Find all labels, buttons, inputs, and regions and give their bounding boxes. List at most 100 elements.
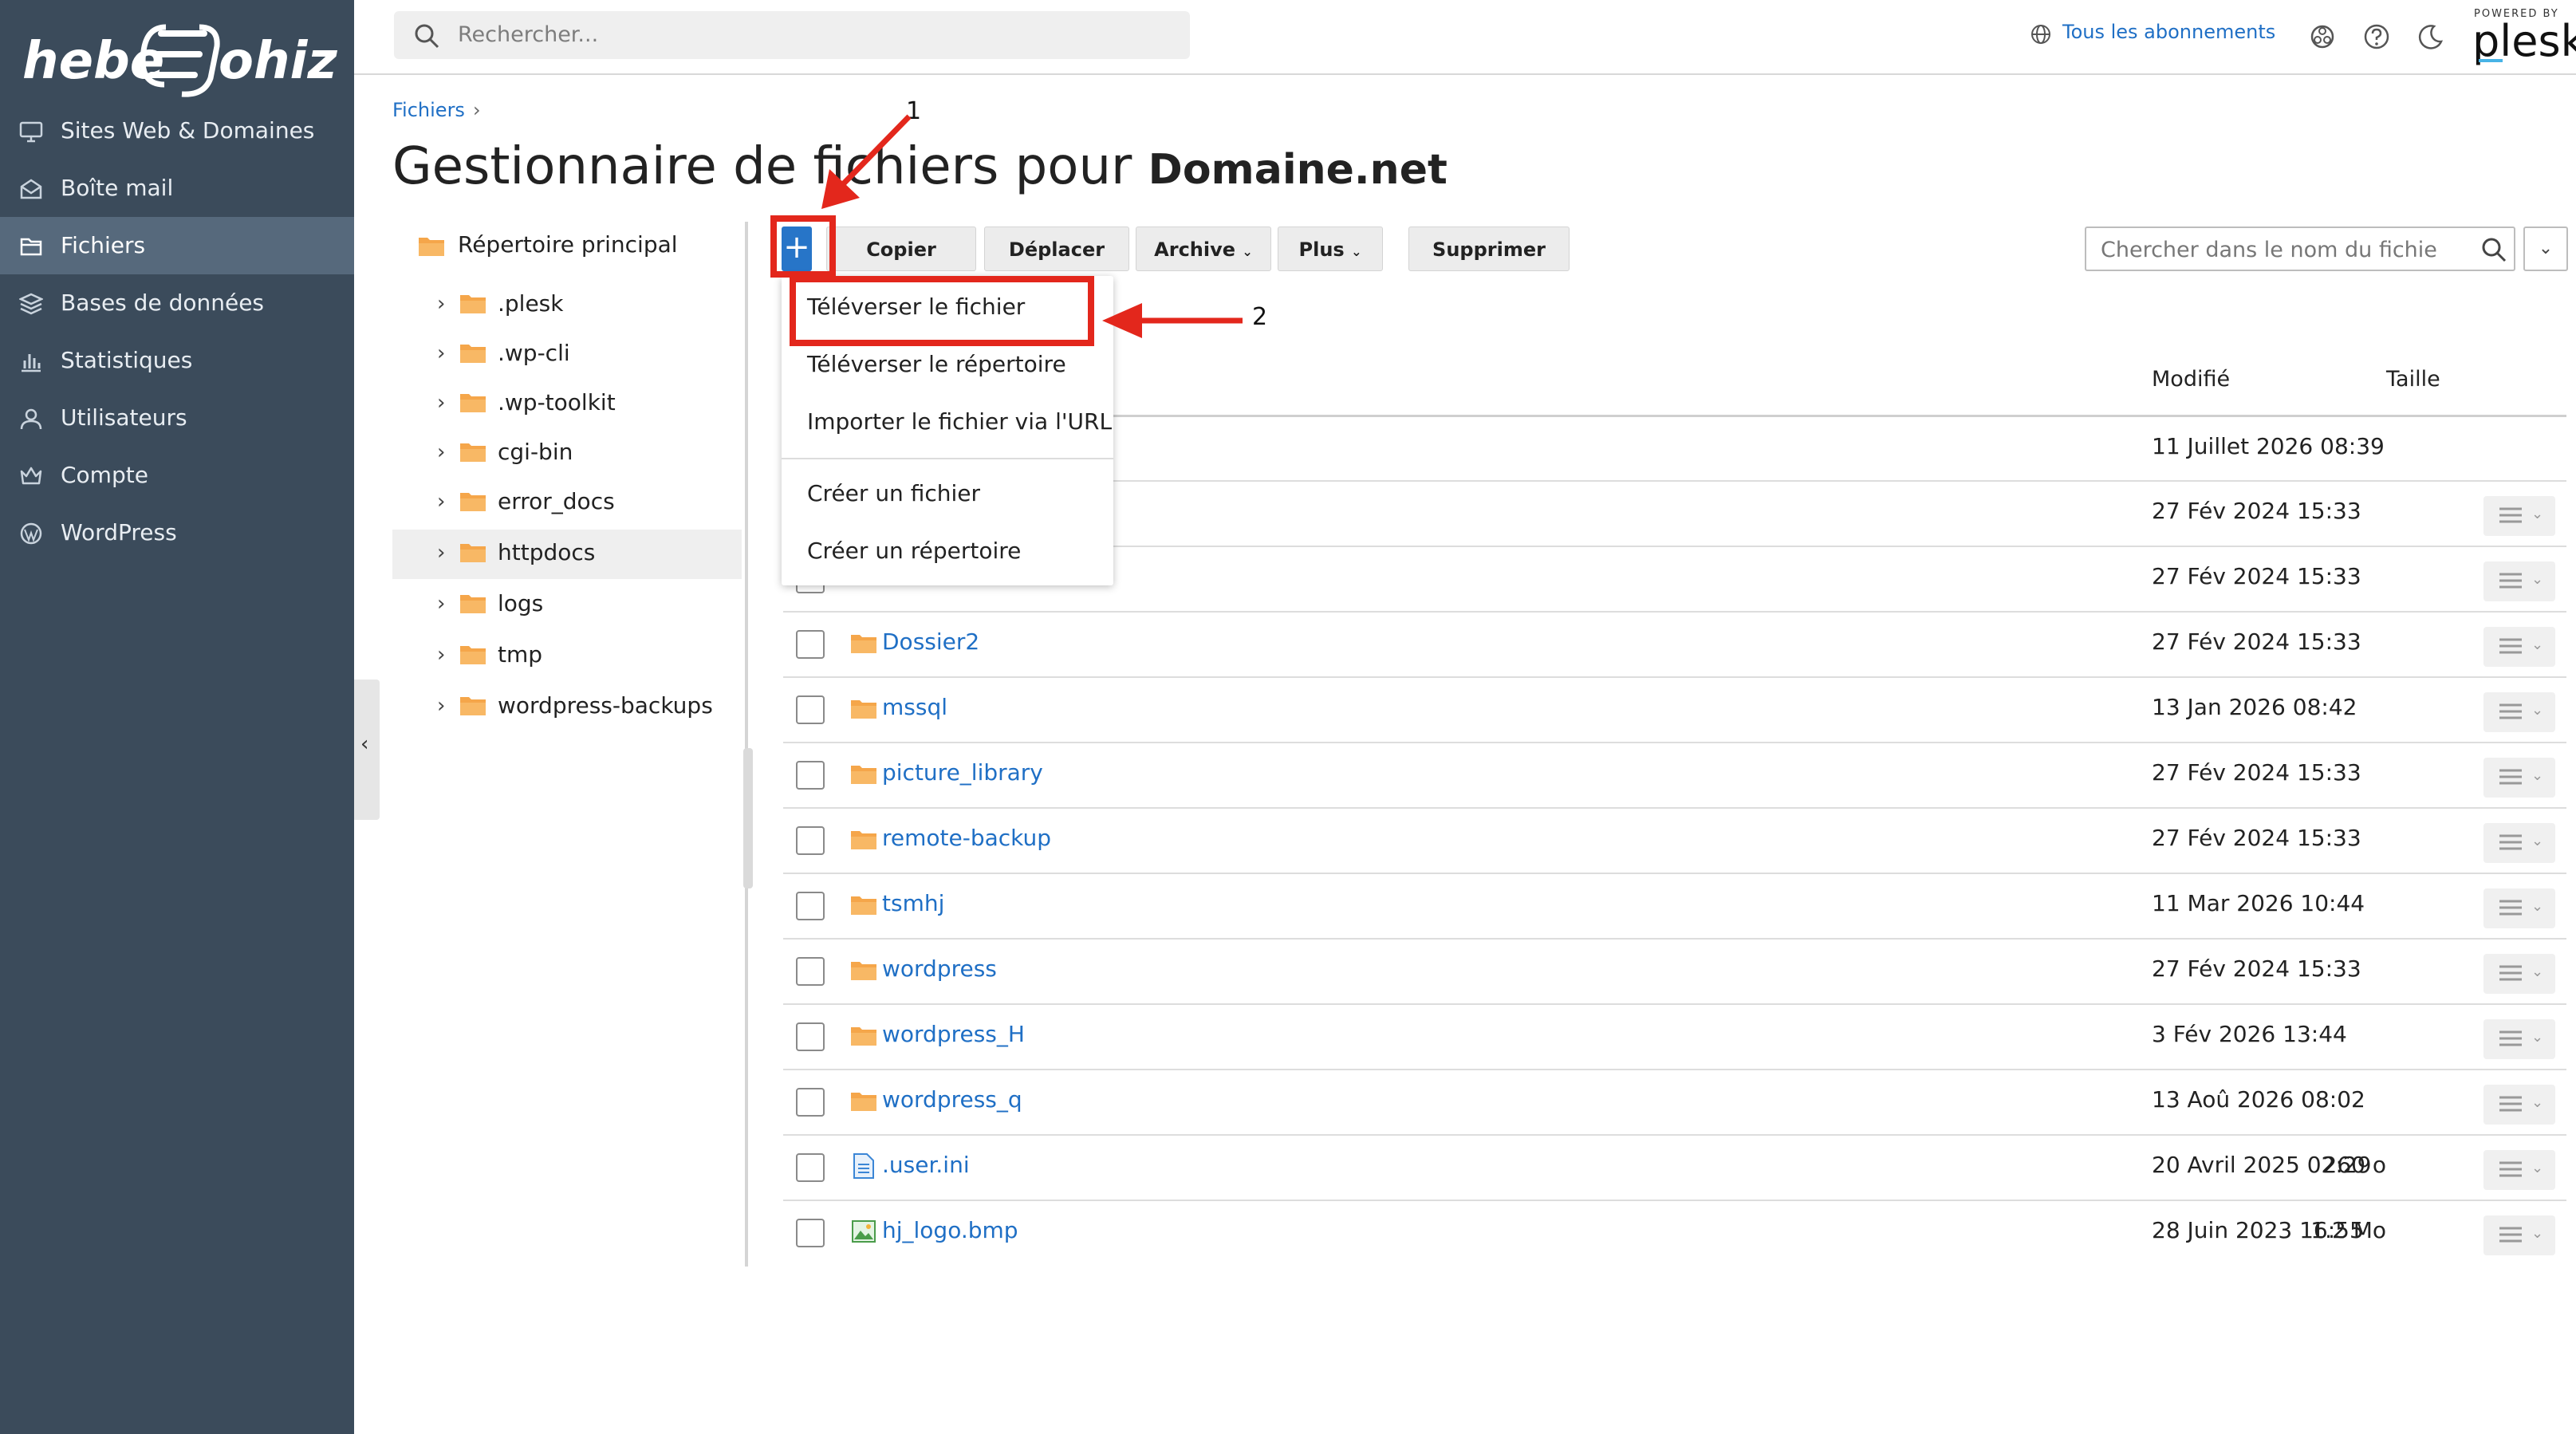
- tree-item[interactable]: › .wp-toolkit: [392, 380, 742, 429]
- row-actions-menu[interactable]: ⌄: [2483, 888, 2555, 928]
- row-actions-menu[interactable]: ⌄: [2483, 1085, 2555, 1125]
- dark-mode-icon[interactable]: [2416, 22, 2445, 51]
- sidebar-item-sites-web[interactable]: Sites Web & Domaines: [0, 102, 354, 160]
- column-header-size[interactable]: Taille: [2386, 367, 2440, 392]
- hebergement-johiz-logo[interactable]: hebe ohiz: [19, 6, 338, 110]
- row-checkbox[interactable]: [796, 1219, 825, 1247]
- row-actions-menu[interactable]: ⌄: [2483, 1019, 2555, 1059]
- row-checkbox[interactable]: [796, 1022, 825, 1051]
- table-row[interactable]: Dossier2 27 Fév 2024 15:33 ⌄: [783, 611, 2566, 676]
- delete-button[interactable]: Supprimer: [1408, 227, 1570, 271]
- table-row[interactable]: wordpress_q 13 Aoû 2026 08:02 ⌄: [783, 1069, 2566, 1134]
- file-name-link[interactable]: mssql: [882, 694, 947, 720]
- file-name-link[interactable]: remote-backup: [882, 825, 1051, 851]
- tree-item[interactable]: › cgi-bin: [392, 429, 742, 479]
- search-options-dropdown[interactable]: ⌄: [2523, 227, 2568, 271]
- chevron-down-icon: ⌄: [2531, 702, 2544, 719]
- pane-resize-handle[interactable]: [743, 748, 753, 888]
- row-actions-menu[interactable]: ⌄: [2483, 758, 2555, 798]
- row-checkbox[interactable]: [796, 761, 825, 790]
- menu-item-import-url[interactable]: Importer le fichier via l'URL: [807, 408, 1112, 435]
- row-actions-menu[interactable]: ⌄: [2483, 954, 2555, 994]
- wordpress-icon: [20, 522, 42, 545]
- row-checkbox[interactable]: [796, 826, 825, 855]
- row-checkbox[interactable]: [796, 695, 825, 724]
- file-name-link[interactable]: Dossier2: [882, 628, 979, 655]
- row-checkbox[interactable]: [796, 957, 825, 986]
- pane-divider[interactable]: [745, 222, 748, 1267]
- chevron-down-icon: ⌄: [2531, 506, 2544, 522]
- tree-item-selected[interactable]: › httpdocs: [392, 530, 742, 579]
- table-row[interactable]: wordpress_H 3 Fév 2026 13:44 ⌄: [783, 1003, 2566, 1069]
- help-icon[interactable]: [2362, 22, 2391, 51]
- tree-item[interactable]: › error_docs: [392, 479, 742, 528]
- chevron-right-icon[interactable]: ›: [437, 490, 445, 514]
- row-actions-menu[interactable]: ⌄: [2483, 1150, 2555, 1190]
- plesk-underline: [2479, 59, 2503, 62]
- row-actions-menu[interactable]: ⌄: [2483, 823, 2555, 863]
- row-actions-menu[interactable]: ⌄: [2483, 1215, 2555, 1255]
- table-row[interactable]: hj_logo.bmp 28 Juin 2023 16:55 1.2 Mo ⌄: [783, 1200, 2566, 1265]
- breadcrumb-files-link[interactable]: Fichiers: [392, 99, 465, 121]
- file-name-link[interactable]: wordpress_q: [882, 1086, 1022, 1113]
- sidebar-item-files[interactable]: Fichiers: [0, 217, 354, 274]
- global-search-input[interactable]: Rechercher...: [394, 11, 1190, 59]
- file-name-link[interactable]: wordpress_H: [882, 1021, 1025, 1047]
- chevron-right-icon[interactable]: ›: [437, 694, 445, 718]
- table-row[interactable]: remote-backup 27 Fév 2024 15:33 ⌄: [783, 807, 2566, 873]
- hamburger-icon: [2499, 1030, 2522, 1046]
- sidebar-item-mail[interactable]: Boîte mail: [0, 160, 354, 217]
- menu-item-create-file[interactable]: Créer un fichier: [807, 480, 980, 506]
- folder-icon: [419, 238, 444, 256]
- sidebar-item-wordpress[interactable]: WordPress: [0, 504, 354, 561]
- chevron-right-icon[interactable]: ›: [437, 440, 445, 464]
- tree-item[interactable]: › logs: [392, 581, 742, 630]
- row-checkbox[interactable]: [796, 892, 825, 920]
- table-row[interactable]: wordpress 27 Fév 2024 15:33 ⌄: [783, 938, 2566, 1003]
- file-name-link[interactable]: wordpress: [882, 955, 997, 982]
- table-row[interactable]: picture_library 27 Fév 2024 15:33 ⌄: [783, 742, 2566, 807]
- row-actions-menu[interactable]: ⌄: [2483, 627, 2555, 667]
- table-row[interactable]: .user.ini 20 Avril 2025 02:29 260 o ⌄: [783, 1134, 2566, 1200]
- sidebar-collapse-button[interactable]: ‹: [354, 680, 380, 820]
- sidebar-item-users[interactable]: Utilisateurs: [0, 389, 354, 447]
- row-actions-menu[interactable]: ⌄: [2483, 561, 2555, 601]
- row-actions-menu[interactable]: ⌄: [2483, 692, 2555, 732]
- plesk-logo: POWERED BY plesk: [2472, 6, 2576, 70]
- row-checkbox[interactable]: [796, 1153, 825, 1182]
- chevron-right-icon[interactable]: ›: [437, 592, 445, 616]
- file-name-link[interactable]: picture_library: [882, 759, 1043, 786]
- more-button[interactable]: Plus ⌄: [1278, 227, 1383, 271]
- extensions-icon[interactable]: [2308, 22, 2337, 51]
- table-row[interactable]: mssql 13 Jan 2026 08:42 ⌄: [783, 676, 2566, 742]
- chevron-right-icon[interactable]: ›: [437, 541, 445, 565]
- archive-button[interactable]: Archive ⌄: [1136, 227, 1271, 271]
- chevron-right-icon[interactable]: ›: [437, 341, 445, 365]
- tree-item[interactable]: › wordpress-backups: [392, 683, 742, 732]
- row-checkbox[interactable]: [796, 630, 825, 659]
- sidebar-item-databases[interactable]: Bases de données: [0, 274, 354, 332]
- file-name-link[interactable]: .user.ini: [882, 1152, 970, 1178]
- sidebar-item-statistics[interactable]: Statistiques: [0, 332, 354, 389]
- tree-item[interactable]: › tmp: [392, 632, 742, 681]
- file-name-search-input[interactable]: Chercher dans le nom du fichie: [2085, 227, 2515, 271]
- sidebar-item-account[interactable]: Compte: [0, 447, 354, 504]
- chevron-right-icon[interactable]: ›: [437, 643, 445, 667]
- menu-item-create-directory[interactable]: Créer un répertoire: [807, 538, 1021, 564]
- tree-item[interactable]: › .wp-cli: [392, 330, 742, 380]
- move-button[interactable]: Déplacer: [984, 227, 1129, 271]
- file-search-placeholder: Chercher dans le nom du fichie: [2101, 238, 2437, 262]
- file-name-link[interactable]: hj_logo.bmp: [882, 1217, 1018, 1243]
- chevron-right-icon[interactable]: ›: [437, 391, 445, 415]
- table-row[interactable]: tsmhj 11 Mar 2026 10:44 ⌄: [783, 873, 2566, 938]
- row-actions-menu[interactable]: ⌄: [2483, 496, 2555, 536]
- row-checkbox[interactable]: [796, 1088, 825, 1117]
- search-icon: [415, 24, 439, 49]
- menu-item-upload-directory[interactable]: Téléverser le répertoire: [807, 351, 1066, 377]
- file-name-link[interactable]: tsmhj: [882, 890, 944, 916]
- column-header-modified[interactable]: Modifié: [2152, 367, 2230, 392]
- copy-button[interactable]: Copier: [826, 227, 976, 271]
- chevron-down-icon: ⌄: [2531, 898, 2544, 915]
- chevron-right-icon[interactable]: ›: [437, 292, 445, 316]
- tree-item[interactable]: › .plesk: [392, 281, 742, 330]
